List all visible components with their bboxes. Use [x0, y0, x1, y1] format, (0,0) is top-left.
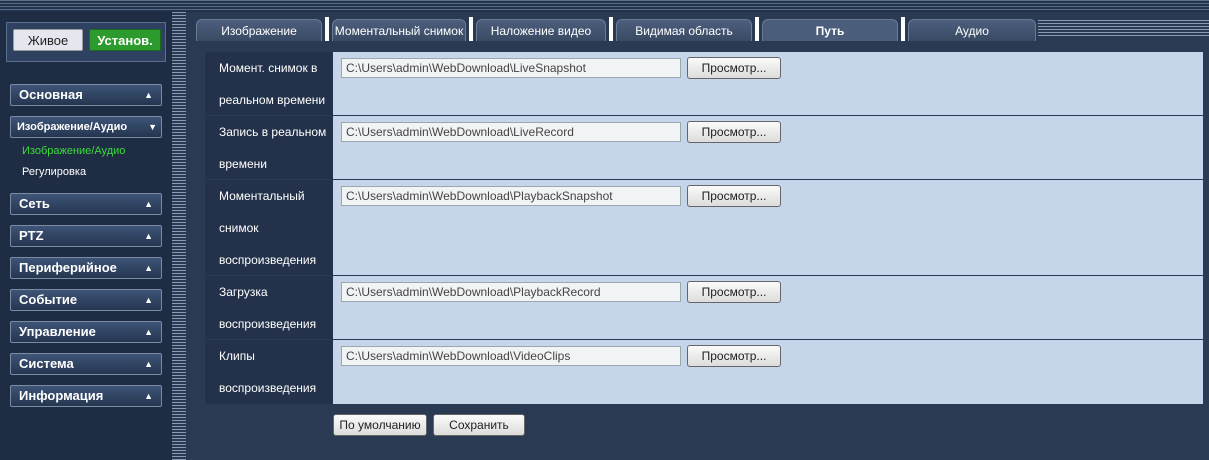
row-label-line: реальном времени — [219, 93, 326, 107]
subnav-adjustment[interactable]: Регулировка — [22, 166, 86, 178]
tab-path[interactable]: Путь — [762, 19, 898, 41]
nav-basic[interactable]: Основная ▲ — [10, 84, 162, 106]
live-record-path-field[interactable] — [341, 122, 681, 142]
live-mode-button[interactable]: Живое — [13, 29, 83, 51]
row-label-line: Загрузка — [219, 285, 268, 299]
row-label: Момент. снимок в реальном времени — [205, 52, 333, 115]
chevron-up-icon: ▲ — [144, 391, 153, 401]
row-label-line: Моментальный — [219, 189, 305, 203]
row-label-line: Запись в реальном — [219, 125, 327, 139]
nav-event[interactable]: Событие ▲ — [10, 289, 162, 311]
row-label: Запись в реальном времени — [205, 116, 333, 179]
nav-event-label: Событие — [19, 292, 78, 307]
nav-ptz[interactable]: PTZ ▲ — [10, 225, 162, 247]
nav-management-label: Управление — [19, 324, 96, 339]
setup-mode-button[interactable]: Установ. — [89, 29, 161, 51]
chevron-up-icon: ▲ — [144, 359, 153, 369]
nav-basic-label: Основная — [19, 87, 83, 102]
row-label: Моментальный снимок воспроизведения — [205, 180, 333, 275]
default-button[interactable]: По умолчанию — [333, 414, 427, 436]
row-label-line: времени — [219, 157, 267, 171]
nav-network[interactable]: Сеть ▲ — [10, 193, 162, 215]
path-row-live-record: Запись в реальном времени Просмотр... — [205, 116, 1203, 180]
chevron-up-icon: ▲ — [144, 199, 153, 209]
tab-separator — [469, 17, 473, 41]
tab-image[interactable]: Изображение — [196, 19, 322, 41]
save-button[interactable]: Сохранить — [433, 414, 525, 436]
chevron-up-icon: ▲ — [144, 231, 153, 241]
browse-button[interactable]: Просмотр... — [687, 185, 781, 207]
chevron-up-icon: ▲ — [144, 263, 153, 273]
tab-snapshot[interactable]: Моментальный снимок — [332, 19, 466, 41]
path-row-video-clips: Клипы воспроизведения Просмотр... — [205, 340, 1203, 404]
nav-management[interactable]: Управление ▲ — [10, 321, 162, 343]
nav-information-label: Информация — [19, 388, 104, 403]
browse-button[interactable]: Просмотр... — [687, 57, 781, 79]
row-label-line: воспроизведения — [219, 317, 317, 331]
row-label: Загрузка воспроизведения — [205, 276, 333, 339]
path-row-live-snapshot: Момент. снимок в реальном времени Просмо… — [205, 52, 1203, 116]
tab-visible-area[interactable]: Видимая область — [616, 19, 752, 41]
nav-system-label: Система — [19, 356, 74, 371]
mode-switch: Живое Установ. — [6, 22, 166, 62]
tab-separator — [609, 17, 613, 41]
nav-peripheral[interactable]: Периферийное ▲ — [10, 257, 162, 279]
chevron-down-icon: ▼ — [148, 122, 157, 132]
video-clips-path-field[interactable] — [341, 346, 681, 366]
row-label-line: снимок — [219, 221, 259, 235]
tab-audio[interactable]: Аудио — [908, 19, 1036, 41]
row-label-line: Клипы — [219, 349, 255, 363]
sidebar-divider — [172, 12, 186, 460]
row-label-line: воспроизведения — [219, 381, 317, 395]
row-label-line: Момент. снимок в — [219, 61, 318, 75]
nav-network-label: Сеть — [19, 196, 50, 211]
nav-peripheral-label: Периферийное — [19, 260, 117, 275]
nav-system[interactable]: Система ▲ — [10, 353, 162, 375]
tab-separator — [325, 17, 329, 41]
browse-button[interactable]: Просмотр... — [687, 121, 781, 143]
tabbar-decoration — [1038, 20, 1209, 38]
chevron-up-icon: ▲ — [144, 327, 153, 337]
top-decorative-band — [0, 0, 1209, 12]
tab-video-overlay[interactable]: Наложение видео — [476, 19, 606, 41]
nav-ptz-label: PTZ — [19, 228, 44, 243]
path-row-playback-record: Загрузка воспроизведения Просмотр... — [205, 276, 1203, 340]
live-snapshot-path-field[interactable] — [341, 58, 681, 78]
nav-information[interactable]: Информация ▲ — [10, 385, 162, 407]
subnav-image-audio[interactable]: Изображение/Аудио — [22, 145, 125, 157]
browse-button[interactable]: Просмотр... — [687, 281, 781, 303]
nav-image-audio[interactable]: Изображение/Аудио ▼ — [10, 116, 162, 138]
path-row-playback-snapshot: Моментальный снимок воспроизведения Прос… — [205, 180, 1203, 276]
chevron-up-icon: ▲ — [144, 295, 153, 305]
playback-record-path-field[interactable] — [341, 282, 681, 302]
row-label-line: воспроизведения — [219, 253, 317, 267]
browse-button[interactable]: Просмотр... — [687, 345, 781, 367]
tab-separator — [901, 17, 905, 41]
playback-snapshot-path-field[interactable] — [341, 186, 681, 206]
nav-image-audio-label: Изображение/Аудио — [17, 121, 128, 133]
row-label: Клипы воспроизведения — [205, 340, 333, 404]
chevron-up-icon: ▲ — [144, 90, 153, 100]
tab-separator — [755, 17, 759, 41]
